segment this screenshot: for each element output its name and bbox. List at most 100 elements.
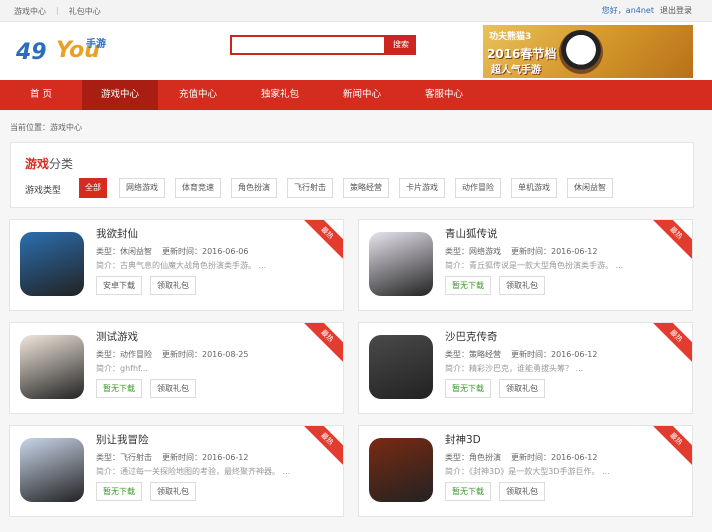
game-intro: 简介：精彩沙巴克，谁能勇拔头筹？ ... xyxy=(445,364,584,373)
game-update-time: 更新时间：2016-08-25 xyxy=(162,350,249,359)
site-logo[interactable]: 49 You 手游 xyxy=(16,34,108,68)
fox-legend-icon[interactable] xyxy=(369,232,433,296)
game-type: 类型：休闲益智 xyxy=(96,247,152,256)
download-button[interactable]: 安卓下载 xyxy=(96,276,142,295)
adventure-hero-icon[interactable] xyxy=(20,438,84,502)
hot-ribbon: 最热 xyxy=(299,220,343,261)
game-meta: 类型：角色扮演 更新时间：2016-06-12 xyxy=(445,452,598,463)
game-update-time: 更新时间：2016-06-12 xyxy=(511,247,598,256)
dragon-icon[interactable] xyxy=(369,335,433,399)
game-update-time: 更新时间：2016-06-12 xyxy=(162,453,249,462)
download-button[interactable]: 暂无下载 xyxy=(445,379,491,398)
game-type: 类型：网络游戏 xyxy=(445,247,501,256)
nav-service-center[interactable]: 客服中心 xyxy=(402,80,486,110)
search-bar: 搜索 xyxy=(230,35,416,55)
game-center-link[interactable]: 游戏中心 xyxy=(14,6,46,17)
header: 49 You 手游 搜索 功夫熊猫3 2016春节档 超人气手游 xyxy=(0,22,712,80)
search-input[interactable] xyxy=(230,35,386,55)
divider: | xyxy=(56,6,59,15)
heading-rest: 分类 xyxy=(49,157,74,171)
nav-recharge-center[interactable]: 充值中心 xyxy=(158,80,238,110)
game-intro: 简介：古典气息的仙魔大战角色扮演类手游。 ... xyxy=(96,261,267,270)
game-update-time: 更新时间：2016-06-06 xyxy=(162,247,249,256)
logout-link[interactable]: 退出登录 xyxy=(660,5,692,16)
claim-gift-button[interactable]: 领取礼包 xyxy=(499,379,545,398)
heading-highlight: 游戏 xyxy=(25,157,50,171)
download-button[interactable]: 暂无下载 xyxy=(445,482,491,501)
category-heading: 游戏分类 xyxy=(25,155,73,172)
anime-girl-icon[interactable] xyxy=(20,335,84,399)
banner-top-text: 功夫熊猫3 xyxy=(489,32,532,42)
game-intro: 简介：青丘狐传说是一款大型角色扮演类手游。 ... xyxy=(445,261,624,270)
tag-online-games[interactable]: 网络游戏 xyxy=(119,178,165,198)
pvp-panda-icon[interactable] xyxy=(20,232,84,296)
user-greeting[interactable]: 您好，an4net xyxy=(602,5,654,16)
tag-sports-racing[interactable]: 体育竞速 xyxy=(175,178,221,198)
game-meta: 类型：动作冒险 更新时间：2016-08-25 xyxy=(96,349,249,360)
tag-action-adventure[interactable]: 动作冒险 xyxy=(455,178,501,198)
tag-single-player[interactable]: 单机游戏 xyxy=(511,178,557,198)
tag-shooting[interactable]: 飞行射击 xyxy=(287,178,333,198)
claim-gift-button[interactable]: 领取礼包 xyxy=(499,482,545,501)
hot-ribbon: 最热 xyxy=(299,426,343,467)
game-meta: 类型：飞行射击 更新时间：2016-06-12 xyxy=(96,452,249,463)
game-type-label: 游戏类型 xyxy=(25,186,62,196)
banner-line-1: 2016春节档 xyxy=(487,47,557,61)
game-title[interactable]: 我欲封仙 xyxy=(96,226,138,241)
nav-game-center[interactable]: 游戏中心 xyxy=(82,80,158,110)
fengshen-3d-icon[interactable] xyxy=(369,438,433,502)
hot-ribbon: 最热 xyxy=(648,323,692,364)
game-meta: 类型：策略经营 更新时间：2016-06-12 xyxy=(445,349,598,360)
game-title[interactable]: 测试游戏 xyxy=(96,329,138,344)
game-intro: 简介：通过每一关探险地图的考验，最终聚齐神器。 ... xyxy=(96,467,291,476)
breadcrumb: 当前位置：游戏中心 xyxy=(10,123,82,132)
download-button[interactable]: 暂无下载 xyxy=(96,482,142,501)
tag-rpg[interactable]: 角色扮演 xyxy=(231,178,277,198)
game-card[interactable]: 封神3D 类型：角色扮演 更新时间：2016-06-12 简介：《封神3D》是一款大型… xyxy=(358,425,693,517)
kung-fu-panda-icon xyxy=(559,30,603,74)
game-title[interactable]: 封神3D xyxy=(445,432,481,447)
tag-casual-puzzle[interactable]: 休闲益智 xyxy=(567,178,613,198)
game-intro: 简介：ghfhf... xyxy=(96,364,148,373)
game-type: 类型：动作冒险 xyxy=(96,350,152,359)
category-panel: 游戏分类 游戏类型 全部 网络游戏 体育竞速 角色扮演 飞行射击 策略经营 卡片… xyxy=(10,142,694,208)
banner-line-2: 超人气手游 xyxy=(491,65,541,76)
game-card[interactable]: 别让我冒险类型：飞行射击 更新时间：2016-06-12 简介：通过每一关探险地图的… xyxy=(9,425,344,517)
game-card[interactable]: 我欲封仙类型：休闲益智 更新时间：2016-06-06 简介：古典气息的仙魔大战角色… xyxy=(9,219,344,311)
game-title[interactable]: 别让我冒险 xyxy=(96,432,149,447)
nav-home[interactable]: 首 页 xyxy=(0,80,82,110)
game-update-time: 更新时间：2016-06-12 xyxy=(511,453,598,462)
main-nav: 首 页 游戏中心 充值中心 独家礼包 新闻中心 客服中心 xyxy=(0,80,712,110)
hot-ribbon: 最热 xyxy=(648,220,692,261)
game-type: 类型：飞行射击 xyxy=(96,453,152,462)
nav-news-center[interactable]: 新闻中心 xyxy=(322,80,402,110)
search-button[interactable]: 搜索 xyxy=(386,35,416,55)
game-card[interactable]: 青山狐传说类型：网络游戏 更新时间：2016-06-12 简介：青丘狐传说是一款大型… xyxy=(358,219,693,311)
game-meta: 类型：休闲益智 更新时间：2016-06-06 xyxy=(96,246,249,257)
game-title[interactable]: 沙巴克传奇 xyxy=(445,329,498,344)
download-button[interactable]: 暂无下载 xyxy=(445,276,491,295)
tag-strategy[interactable]: 策略经营 xyxy=(343,178,389,198)
promo-banner[interactable]: 功夫熊猫3 2016春节档 超人气手游 xyxy=(483,25,693,78)
nav-exclusive-gifts[interactable]: 独家礼包 xyxy=(238,80,322,110)
claim-gift-button[interactable]: 领取礼包 xyxy=(499,276,545,295)
claim-gift-button[interactable]: 领取礼包 xyxy=(150,379,196,398)
top-bar: 游戏中心 | 礼包中心 您好，an4net 退出登录 xyxy=(0,0,712,22)
logo-tag: 手游 xyxy=(86,39,106,50)
claim-gift-button[interactable]: 领取礼包 xyxy=(150,482,196,501)
gift-center-link[interactable]: 礼包中心 xyxy=(69,6,101,17)
tag-card-games[interactable]: 卡片游戏 xyxy=(399,178,445,198)
hot-ribbon: 最热 xyxy=(648,426,692,467)
game-update-time: 更新时间：2016-06-12 xyxy=(511,350,598,359)
game-type: 类型：策略经营 xyxy=(445,350,501,359)
download-button[interactable]: 暂无下载 xyxy=(96,379,142,398)
game-intro: 简介：《封神3D》是一款大型3D手游巨作。 ... xyxy=(445,467,610,476)
game-type: 类型：角色扮演 xyxy=(445,453,501,462)
claim-gift-button[interactable]: 领取礼包 xyxy=(150,276,196,295)
game-card[interactable]: 测试游戏类型：动作冒险 更新时间：2016-08-25 简介：ghfhf... 暂无下… xyxy=(9,322,344,414)
tag-all[interactable]: 全部 xyxy=(79,178,107,198)
hot-ribbon: 最热 xyxy=(299,323,343,364)
game-title[interactable]: 青山狐传说 xyxy=(445,226,498,241)
game-meta: 类型：网络游戏 更新时间：2016-06-12 xyxy=(445,246,598,257)
game-card[interactable]: 沙巴克传奇类型：策略经营 更新时间：2016-06-12 简介：精彩沙巴克，谁能勇拔… xyxy=(358,322,693,414)
